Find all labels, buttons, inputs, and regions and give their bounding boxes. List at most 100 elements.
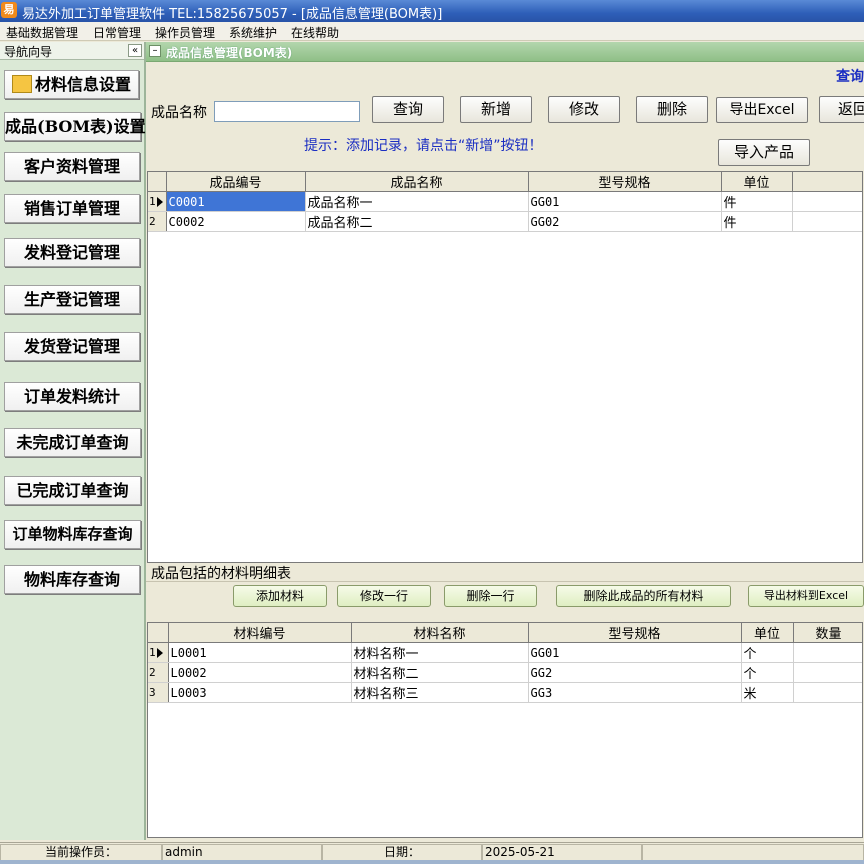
cell-empty <box>792 211 862 232</box>
nav-issue-stats[interactable]: 订单发料统计 <box>4 382 140 411</box>
date-label: 日期： <box>322 844 482 861</box>
product-name-input[interactable] <box>214 101 360 122</box>
add-material-button[interactable]: 添加材料 <box>233 585 327 607</box>
table-row[interactable]: 2 C0002 成品名称二 GG02 件 <box>148 211 862 232</box>
cell-name[interactable]: 成品名称二 <box>305 211 529 232</box>
col-spec[interactable]: 型号规格 <box>528 623 742 643</box>
tab-bar: – 成品信息管理(BOM表) <box>146 42 864 62</box>
materials-grid: 材料编号 材料名称 型号规格 单位 数量 1 L0001 材料名称一 GG01 … <box>147 622 863 838</box>
nav-customer[interactable]: 客户资料管理 <box>4 152 140 181</box>
edit-row-button[interactable]: 修改一行 <box>337 585 431 607</box>
col-material-name[interactable]: 材料名称 <box>351 623 529 643</box>
nav-unfinished-orders[interactable]: 未完成订单查询 <box>4 428 141 457</box>
cell-unit[interactable]: 米 <box>741 682 794 703</box>
row-indicator[interactable]: 3 <box>148 682 169 703</box>
row-indicator[interactable]: 1 <box>148 191 167 212</box>
table-row[interactable]: 1 L0001 材料名称一 GG01 个 <box>148 642 862 663</box>
collapse-icon[interactable]: « <box>128 44 142 57</box>
current-row-arrow-icon <box>156 648 163 658</box>
cell-code[interactable]: C0001 <box>166 191 306 212</box>
col-product-code[interactable]: 成品编号 <box>166 172 306 192</box>
nav-product-bom[interactable]: 成品(BOM表)设置 <box>4 112 146 141</box>
cell-name[interactable]: 材料名称二 <box>351 662 529 683</box>
menu-system[interactable]: 系统维护 <box>229 24 277 41</box>
menu-basic-data[interactable]: 基础数据管理 <box>6 24 78 41</box>
row-indicator[interactable]: 2 <box>148 211 167 232</box>
table-row[interactable]: 2 L0002 材料名称二 GG2 个 <box>148 662 862 683</box>
row-indicator[interactable]: 2 <box>148 662 169 683</box>
col-unit[interactable]: 单位 <box>741 623 794 643</box>
nav-material-issue[interactable]: 发料登记管理 <box>4 238 140 267</box>
product-name-label: 成品名称 <box>151 105 207 121</box>
cell-unit[interactable]: 个 <box>741 642 794 663</box>
nav-stock-query[interactable]: 物料库存查询 <box>4 565 140 594</box>
materials-header: 材料编号 材料名称 型号规格 单位 数量 <box>148 623 862 643</box>
operator-label: 当前操作员： <box>0 844 162 861</box>
window-title: 易达外加工订单管理软件 TEL:15825675057 - [成品信息管理(BO… <box>22 7 443 22</box>
delete-all-materials-button[interactable]: 删除此成品的所有材料 <box>556 585 731 607</box>
nav-production[interactable]: 生产登记管理 <box>4 285 140 314</box>
hint-text: 提示：添加记录，请点击“新增”按钮！ <box>304 138 543 154</box>
delete-row-button[interactable]: 删除一行 <box>444 585 537 607</box>
cell-name[interactable]: 材料名称一 <box>351 642 529 663</box>
cell-code[interactable]: L0001 <box>168 642 352 663</box>
cell-spec[interactable]: GG02 <box>528 211 722 232</box>
cell-unit[interactable]: 件 <box>721 211 793 232</box>
query-button[interactable]: 查询 <box>372 96 444 123</box>
products-grid: 成品编号 成品名称 型号规格 单位 1 C0001 成品名称一 GG01 件 2… <box>147 171 863 563</box>
minimize-icon[interactable]: – <box>149 45 161 57</box>
edit-button[interactable]: 修改 <box>548 96 620 123</box>
cell-code[interactable]: L0002 <box>168 662 352 683</box>
nav-finished-orders[interactable]: 已完成订单查询 <box>4 476 141 505</box>
col-spec[interactable]: 型号规格 <box>528 172 722 192</box>
nav-title: 导航向导 <box>4 45 53 59</box>
table-row[interactable]: 3 L0003 材料名称三 GG3 米 <box>148 682 862 703</box>
cell-spec[interactable]: GG3 <box>528 682 742 703</box>
products-header: 成品编号 成品名称 型号规格 单位 <box>148 172 862 192</box>
menu-help[interactable]: 在线帮助 <box>291 24 339 41</box>
cell-spec[interactable]: GG01 <box>528 642 742 663</box>
col-quantity[interactable]: 数量 <box>793 623 862 643</box>
cell-qty[interactable] <box>793 642 862 663</box>
import-products-button[interactable]: 导入产品 <box>718 139 810 166</box>
materials-section-title: 成品包括的材料明细表 <box>151 566 291 582</box>
taskbar-strip <box>0 860 864 864</box>
col-product-name[interactable]: 成品名称 <box>305 172 529 192</box>
tab-title[interactable]: 成品信息管理(BOM表) <box>166 44 292 61</box>
export-materials-button[interactable]: 导出材料到Excel <box>748 585 864 607</box>
nav-panel: 导航向导 « 材料信息设置 成品(BOM表)设置 客户资料管理 销售订单管理 发… <box>0 42 146 840</box>
delete-button[interactable]: 删除 <box>636 96 708 123</box>
row-indicator-header <box>148 172 167 192</box>
nav-item-label: 材料信息设置 <box>34 75 131 94</box>
col-empty <box>792 172 862 192</box>
nav-shipping[interactable]: 发货登记管理 <box>4 332 140 361</box>
col-material-code[interactable]: 材料编号 <box>168 623 352 643</box>
col-unit[interactable]: 单位 <box>721 172 793 192</box>
menu-operator[interactable]: 操作员管理 <box>155 24 215 41</box>
cell-code[interactable]: L0003 <box>168 682 352 703</box>
cell-code[interactable]: C0002 <box>166 211 306 232</box>
back-button[interactable]: 返回 <box>819 96 864 123</box>
nav-material-settings[interactable]: 材料信息设置 <box>4 70 139 99</box>
menu-bar: 基础数据管理 日常管理 操作员管理 系统维护 在线帮助 <box>0 22 864 41</box>
cell-name[interactable]: 成品名称一 <box>305 191 529 212</box>
title-bar: 易 易达外加工订单管理软件 TEL:15825675057 - [成品信息管理(… <box>0 0 864 22</box>
cell-spec[interactable]: GG01 <box>528 191 722 212</box>
cell-unit[interactable]: 件 <box>721 191 793 212</box>
nav-order-stock[interactable]: 订单物料库存查询 <box>4 520 141 549</box>
cell-name[interactable]: 材料名称三 <box>351 682 529 703</box>
cell-qty[interactable] <box>793 682 862 703</box>
app-icon: 易 <box>1 2 17 18</box>
export-excel-button[interactable]: 导出Excel <box>716 97 808 123</box>
row-indicator[interactable]: 1 <box>148 642 169 663</box>
menu-daily[interactable]: 日常管理 <box>93 24 141 41</box>
table-row[interactable]: 1 C0001 成品名称一 GG01 件 <box>148 191 862 212</box>
cell-spec[interactable]: GG2 <box>528 662 742 683</box>
add-button[interactable]: 新增 <box>460 96 532 123</box>
cell-empty <box>792 191 862 212</box>
query-link[interactable]: 查询 <box>836 66 864 86</box>
cell-qty[interactable] <box>793 662 862 683</box>
status-empty-cell <box>642 844 864 861</box>
nav-sales-order[interactable]: 销售订单管理 <box>4 194 140 223</box>
cell-unit[interactable]: 个 <box>741 662 794 683</box>
